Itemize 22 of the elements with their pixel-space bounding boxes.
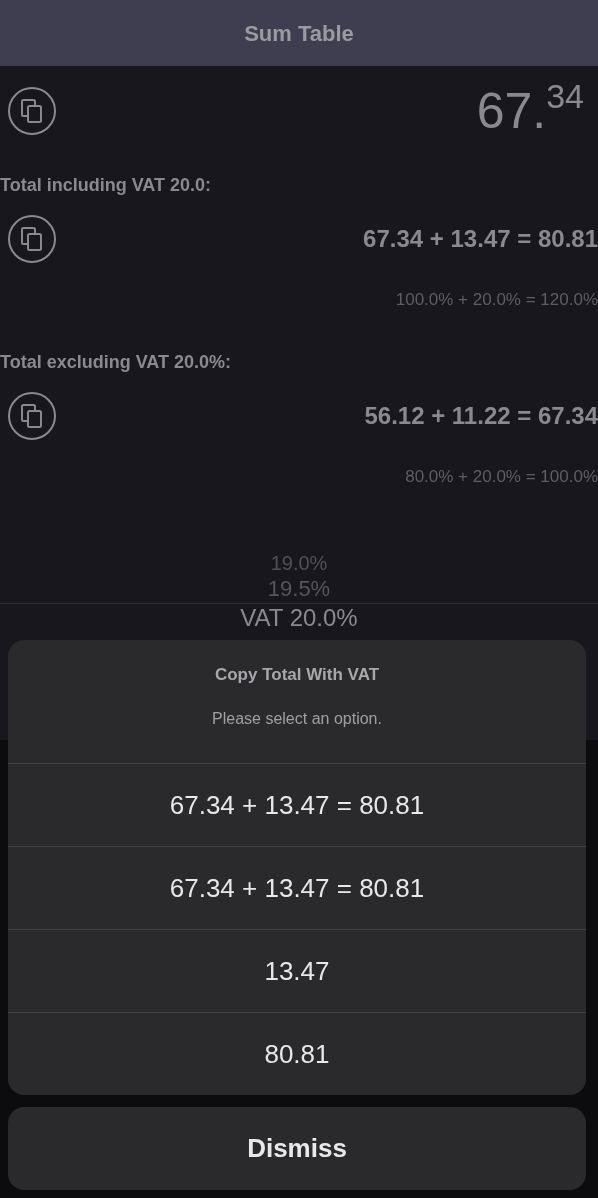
formula-text: 67.34 + 13.47 = 80.81 (363, 224, 598, 254)
percent-text: 100.0% + 20.0% = 120.0% (395, 289, 598, 311)
picker-item[interactable]: VAT 20.0% (240, 604, 358, 632)
sheet-option[interactable]: 67.34 + 13.47 = 80.81 (8, 763, 586, 846)
sheet-option[interactable]: 80.81 (8, 1012, 586, 1095)
formula-text: 56.12 + 11.22 = 67.34 (364, 400, 598, 431)
sheet-option[interactable]: 67.34 + 13.47 = 80.81 (8, 846, 586, 929)
section-label: Total including VAT 20.0: (0, 174, 212, 197)
dismiss-button[interactable]: Dismiss (8, 1107, 586, 1190)
sheet-title: Copy Total With VAT (214, 663, 380, 686)
copy-button[interactable] (8, 391, 56, 440)
copy-icon (20, 98, 44, 124)
copy-button[interactable] (8, 87, 56, 135)
copy-icon (20, 402, 44, 429)
copy-button[interactable] (8, 215, 56, 263)
copy-icon (20, 226, 44, 252)
total-amount: 67.$^{34}$ (476, 86, 584, 136)
sheet-message: Please select an option. (212, 709, 382, 729)
sheet-option[interactable]: 13.47 (8, 929, 586, 1012)
window-title: Sum Table (244, 19, 354, 48)
section-label: Total excluding VAT 20.0%: (0, 350, 233, 374)
percent-text: 80.0% + 20.0% = 100.0% (405, 465, 598, 488)
